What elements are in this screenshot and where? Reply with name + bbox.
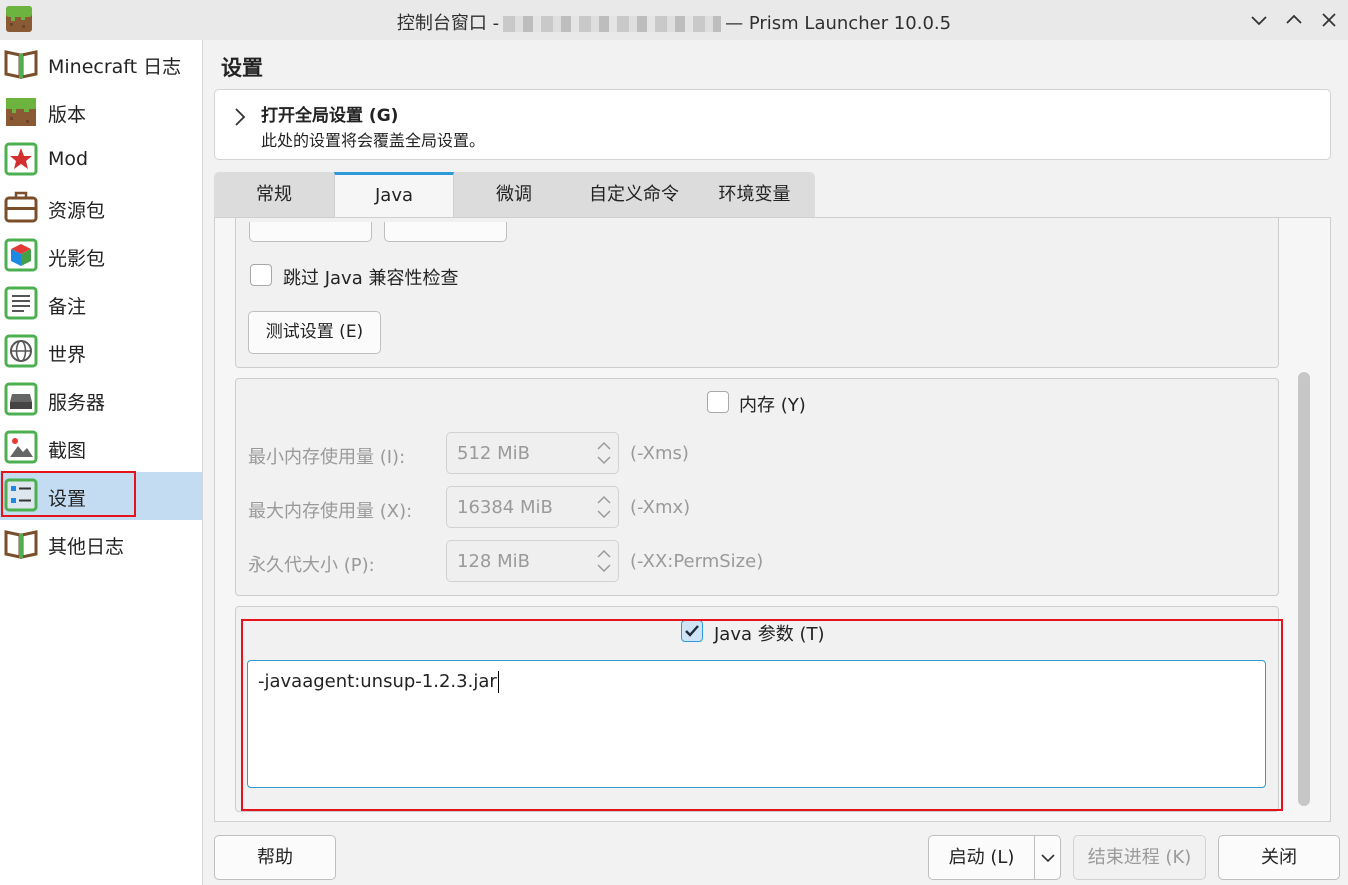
tab-environment-variables[interactable]: 环境变量 [694, 172, 815, 218]
sidebar-item-label: 截图 [48, 440, 87, 462]
global-settings-title: 打开全局设置 (G) [261, 106, 399, 126]
sidebar-item-minecraft-log[interactable]: Minecraft 日志 [0, 40, 202, 88]
launch-dropdown-button[interactable] [1034, 835, 1061, 880]
highlight-box-java-args [241, 619, 1283, 811]
sidebar-item-shader-packs[interactable]: 光影包 [0, 232, 202, 280]
sidebar-item-resource-packs[interactable]: 资源包 [0, 184, 202, 232]
highlight-box-settings [1, 471, 136, 517]
sidebar-item-label: 世界 [48, 344, 87, 366]
sidebar-item-mod[interactable]: Mod [0, 136, 202, 184]
globe-icon [4, 334, 38, 368]
global-settings-toggle[interactable]: 打开全局设置 (G) 此处的设置将会覆盖全局设置。 [214, 89, 1331, 160]
sidebar-item-label: Mod [48, 148, 89, 170]
window-title-prefix: 控制台窗口 - [396, 13, 500, 34]
window-title: 控制台窗口 - — Prism Launcher 10.0.5 [0, 9, 1348, 35]
min-memory-suffix: (-Xms) [630, 443, 689, 464]
tab-bar: 常规 Java 微调 自定义命令 环境变量 [214, 172, 815, 218]
cube-icon [4, 238, 38, 272]
sidebar-item-label: 版本 [48, 104, 87, 126]
launch-button[interactable]: 启动 (L) [928, 835, 1035, 880]
maximize-icon[interactable] [1281, 7, 1307, 33]
close-icon[interactable] [1316, 7, 1342, 33]
sidebar-item-label: 备注 [48, 296, 87, 318]
chevron-down-icon [1040, 854, 1055, 863]
star-icon [4, 142, 38, 176]
test-settings-button[interactable]: 测试设置 (E) [248, 311, 381, 354]
spin-arrows-icon[interactable] [596, 437, 612, 469]
minimize-icon[interactable] [1246, 7, 1272, 33]
sidebar-item-label: 服务器 [48, 392, 106, 414]
tab-java[interactable]: Java [334, 172, 454, 218]
tab-custom-commands[interactable]: 自定义命令 [574, 172, 694, 218]
skip-compat-check-label: 跳过 Java 兼容性检查 [283, 268, 459, 289]
notes-icon [4, 286, 38, 320]
memory-group-title: 内存 (Y) [739, 395, 806, 416]
sidebar: Minecraft 日志 版本 Mod 资源包 光影包 备注 世界 服务器 截图… [0, 40, 203, 885]
min-memory-label: 最小内存使用量 (I): [248, 447, 406, 468]
redacted-instance-name [503, 16, 722, 32]
chevron-right-icon [235, 108, 246, 126]
min-memory-value: 512 MiB [457, 443, 530, 464]
min-memory-spinbox[interactable]: 512 MiB [446, 432, 619, 474]
partial-button[interactable] [384, 222, 507, 242]
book-icon [4, 530, 38, 559]
spin-arrows-icon[interactable] [596, 491, 612, 523]
title-bar: 控制台窗口 - — Prism Launcher 10.0.5 [0, 0, 1348, 40]
grass-block-icon [6, 98, 36, 126]
max-memory-label: 最大内存使用量 (X): [248, 501, 413, 522]
sidebar-item-servers[interactable]: 服务器 [0, 376, 202, 424]
max-memory-suffix: (-Xmx) [630, 497, 691, 518]
tab-general[interactable]: 常规 [214, 172, 334, 218]
spin-arrows-icon[interactable] [596, 545, 612, 577]
server-icon [4, 382, 38, 416]
sidebar-item-notes[interactable]: 备注 [0, 280, 202, 328]
sidebar-item-label: 其他日志 [48, 536, 125, 558]
java-installation-group [235, 218, 1279, 368]
max-memory-spinbox[interactable]: 16384 MiB [446, 486, 619, 528]
kill-process-button[interactable]: 结束进程 (K) [1073, 835, 1206, 880]
permgen-value: 128 MiB [457, 551, 530, 572]
permgen-label: 永久代大小 (P): [248, 555, 375, 576]
partial-button[interactable] [249, 222, 372, 242]
window-title-suffix: — Prism Launcher 10.0.5 [725, 13, 952, 34]
sidebar-item-other-logs[interactable]: 其他日志 [0, 520, 202, 568]
image-icon [4, 430, 38, 464]
page-title: 设置 [221, 56, 263, 80]
close-button[interactable]: 关闭 [1218, 835, 1340, 880]
tab-tweaks[interactable]: 微调 [454, 172, 574, 218]
max-memory-value: 16384 MiB [457, 497, 553, 518]
skip-compat-check-checkbox[interactable] [250, 264, 272, 286]
book-icon [4, 50, 38, 79]
scrollbar-thumb[interactable] [1298, 372, 1310, 806]
sidebar-item-label: Minecraft 日志 [48, 56, 182, 78]
help-button[interactable]: 帮助 [214, 835, 336, 880]
sidebar-item-worlds[interactable]: 世界 [0, 328, 202, 376]
sidebar-item-screenshots[interactable]: 截图 [0, 424, 202, 472]
global-settings-subtitle: 此处的设置将会覆盖全局设置。 [261, 131, 486, 150]
sidebar-item-label: 资源包 [48, 200, 106, 222]
permgen-suffix: (-XX:PermSize) [630, 551, 764, 572]
permgen-spinbox[interactable]: 128 MiB [446, 540, 619, 582]
memory-checkbox[interactable] [707, 391, 729, 413]
briefcase-icon [4, 191, 38, 223]
sidebar-item-version[interactable]: 版本 [0, 88, 202, 136]
sidebar-item-label: 光影包 [48, 248, 106, 270]
